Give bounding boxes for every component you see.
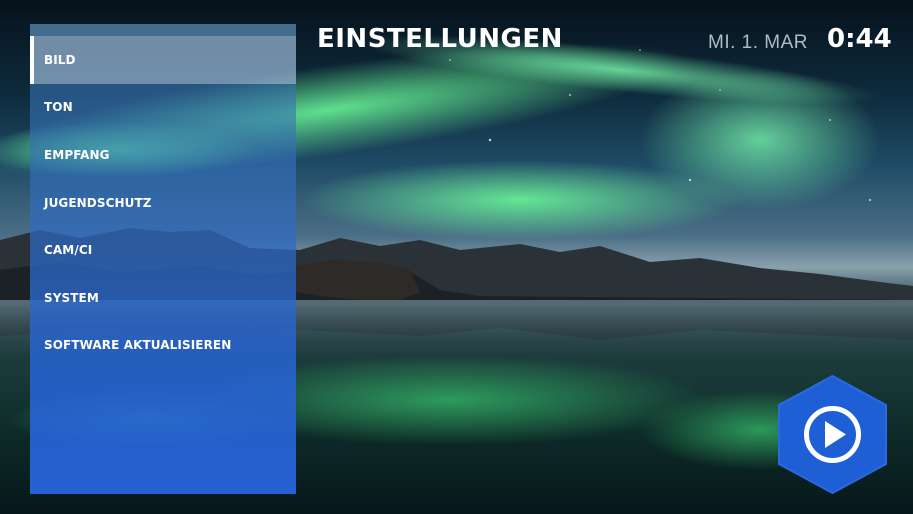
page-title: EINSTELLUNGEN bbox=[317, 24, 563, 54]
menu-item-label: SOFTWARE AKTUALISIEREN bbox=[44, 338, 232, 353]
menu-item-label: CAM/CI bbox=[44, 243, 93, 258]
menu-item-cam-ci[interactable]: CAM/CI bbox=[30, 226, 296, 274]
menu-item-label: EMPFANG bbox=[44, 147, 110, 162]
menu-item-bild[interactable]: BILD bbox=[30, 36, 296, 84]
play-icon bbox=[778, 374, 887, 495]
clock-display: 0:44 bbox=[827, 24, 892, 54]
menu-item-empfang[interactable]: EMPFANG bbox=[30, 131, 296, 179]
menu-item-jugendschutz[interactable]: JUGENDSCHUTZ bbox=[30, 179, 296, 227]
menu-item-ton[interactable]: TON bbox=[30, 84, 296, 132]
menu-item-software-aktualisieren[interactable]: SOFTWARE AKTUALISIEREN bbox=[30, 322, 296, 370]
menu-item-label: BILD bbox=[44, 52, 76, 67]
menu-item-system[interactable]: SYSTEM bbox=[30, 274, 296, 322]
menu-item-label: JUGENDSCHUTZ bbox=[44, 195, 152, 210]
sidebar-top-strip bbox=[30, 24, 296, 36]
settings-sidebar: BILD TON EMPFANG JUGENDSCHUTZ CAM/CI SYS… bbox=[30, 24, 296, 494]
play-button[interactable] bbox=[777, 374, 888, 495]
menu-item-label: TON bbox=[44, 100, 73, 115]
date-display: MI. 1. MAR bbox=[708, 32, 809, 53]
settings-menu: BILD TON EMPFANG JUGENDSCHUTZ CAM/CI SYS… bbox=[30, 36, 296, 369]
menu-item-label: SYSTEM bbox=[44, 290, 99, 305]
